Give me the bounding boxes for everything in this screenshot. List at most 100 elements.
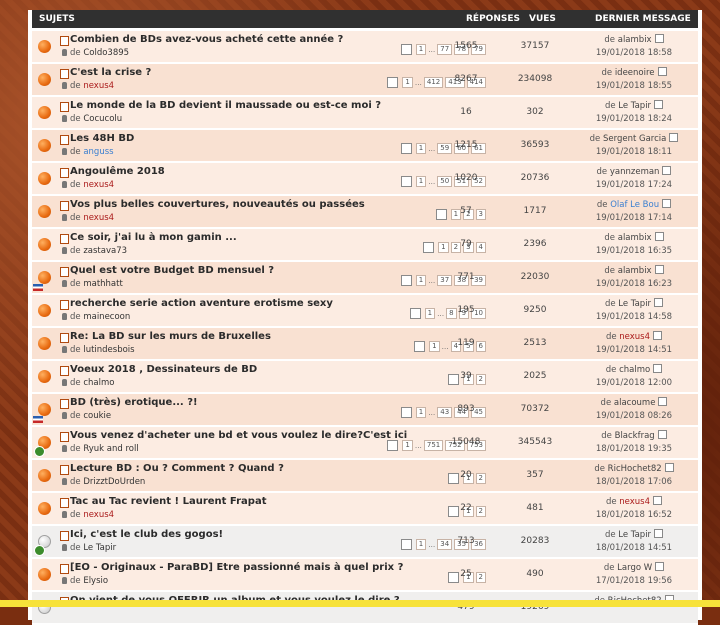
last-author-link[interactable]: alambix	[618, 35, 652, 45]
topic-row[interactable]: [EO - Originaux - ParaBD] Etre passionné…	[32, 559, 698, 592]
goto-last-post-icon[interactable]	[654, 529, 664, 538]
author-link[interactable]: anguss	[83, 147, 113, 157]
author-link[interactable]: Ryuk and roll	[83, 444, 138, 454]
last-author-link[interactable]: ideenoire	[615, 68, 655, 78]
topic-row[interactable]: Quel est votre Budget BD mensuel ? de mat…	[32, 262, 698, 295]
goto-last-post-icon[interactable]	[653, 364, 663, 373]
topic-row[interactable]: Angoulême 2018 de nexus4 1… 50 51 52 1020 20736…	[32, 163, 698, 196]
last-author-link[interactable]: nexus4	[619, 497, 650, 507]
topic-author: de Elysio	[62, 576, 108, 586]
last-author-link[interactable]: Largo W	[617, 563, 652, 573]
last-author-link[interactable]: yannzeman	[610, 167, 660, 177]
goto-last-post-icon[interactable]	[664, 463, 674, 472]
topic-row[interactable]: Re: La BD sur les murs de Bruxelles de lu…	[32, 328, 698, 361]
author-link[interactable]: DrizztDoUrden	[83, 477, 145, 487]
topic-title-link[interactable]: Tac au Tac revient ! Laurent Frapat	[70, 496, 266, 507]
last-author-link[interactable]: alacoume	[614, 398, 656, 408]
topic-title-link[interactable]: Voeux 2018 , Dessinateurs de BD	[70, 364, 257, 375]
last-author-link[interactable]: alambix	[618, 266, 652, 276]
topic-row[interactable]: Voeux 2018 , Dessinateurs de BD de chalmo…	[32, 361, 698, 394]
page-link[interactable]: 1	[402, 77, 413, 88]
goto-last-post-icon[interactable]	[658, 397, 668, 406]
goto-last-post-icon[interactable]	[654, 232, 664, 241]
author-link[interactable]: nexus4	[83, 81, 114, 91]
page-link[interactable]: 1	[415, 275, 427, 286]
author-link[interactable]: Le Tapir	[83, 543, 116, 553]
topic-title-link[interactable]: Ici, c'est le club des gogos!	[70, 529, 223, 540]
topic-row[interactable]: Ici, c'est le club des gogos! de Le Tapir…	[32, 526, 698, 559]
page-link[interactable]: 412	[423, 77, 444, 88]
goto-last-post-icon[interactable]	[657, 430, 667, 439]
topic-row[interactable]: BD (très) erotique... ?! de coukie 1… 43 44 4…	[32, 394, 698, 427]
author-link[interactable]: zastava73	[83, 246, 127, 256]
author-link[interactable]: Elysio	[83, 576, 108, 586]
page-link[interactable]: 751	[423, 440, 444, 451]
page-link[interactable]: 1	[415, 143, 427, 154]
last-author-link[interactable]: Blackfrag	[615, 431, 655, 441]
topic-title-link[interactable]: Le monde de la BD devient il maussade ou…	[70, 100, 381, 111]
goto-last-post-icon[interactable]	[655, 562, 665, 571]
page-link[interactable]: 1	[415, 176, 427, 187]
page-link[interactable]: 1	[429, 341, 440, 352]
topic-title-link[interactable]: Vos plus belles couvertures, nouveautés …	[70, 199, 365, 210]
goto-last-post-icon[interactable]	[653, 496, 663, 505]
topic-title-link[interactable]: Les 48H BD	[70, 133, 134, 144]
author-link[interactable]: coukie	[83, 411, 111, 421]
last-author-link[interactable]: Le Tapir	[618, 101, 651, 111]
topic-title-link[interactable]: Quel est votre Budget BD mensuel ?	[70, 265, 274, 276]
page-link[interactable]: 1	[415, 407, 427, 418]
last-author-link[interactable]: alambix	[618, 233, 652, 243]
goto-last-post-icon[interactable]	[654, 298, 664, 307]
topic-row[interactable]: recherche serie action aventure erotisme…	[32, 295, 698, 328]
topic-title-link[interactable]: Ce soir, j'ai lu à mon gamin ...	[70, 232, 237, 243]
page-link[interactable]: 1	[415, 539, 427, 550]
page-link[interactable]: 1	[424, 308, 436, 319]
topic-title-link[interactable]: [EO - Originaux - ParaBD] Etre passionné…	[70, 562, 403, 573]
author-link[interactable]: nexus4	[83, 213, 114, 223]
author-link[interactable]: Cocucolu	[83, 114, 122, 124]
author-link[interactable]: lutindesbois	[83, 345, 134, 355]
author-link[interactable]: mainecoon	[83, 312, 130, 322]
topic-row[interactable]: Vos plus belles couvertures, nouveautés …	[32, 196, 698, 229]
last-author-link[interactable]: Le Tapir	[618, 530, 651, 540]
topic-row[interactable]: Le monde de la BD devient il maussade ou…	[32, 97, 698, 130]
topic-row[interactable]: Combien de BDs avez-vous acheté cette an…	[32, 31, 698, 64]
author-link[interactable]: mathhatt	[83, 279, 122, 289]
goto-last-post-icon[interactable]	[654, 34, 664, 43]
goto-last-post-icon[interactable]	[662, 166, 672, 175]
last-author-link[interactable]: Olaf Le Bou	[610, 200, 659, 210]
topic-row[interactable]: Vous venez d'acheter une bd et vous voul…	[32, 427, 698, 460]
topic-title-link[interactable]: Re: La BD sur les murs de Bruxelles	[70, 331, 271, 342]
last-author-link[interactable]: chalmo	[619, 365, 650, 375]
author-link[interactable]: nexus4	[83, 180, 114, 190]
topic-title-link[interactable]: BD (très) erotique... ?!	[70, 397, 198, 408]
last-author-link[interactable]: nexus4	[619, 332, 650, 342]
goto-last-post-icon[interactable]	[662, 199, 672, 208]
topic-row[interactable]: On vient de vous OFFRIR un album et vous…	[32, 592, 698, 625]
goto-last-post-icon[interactable]	[654, 265, 664, 274]
topic-row[interactable]: Lecture BD : Ou ? Comment ? Quand ? de Dr…	[32, 460, 698, 493]
page-link[interactable]: 1	[402, 440, 413, 451]
topic-row[interactable]: C'est la crise ? de nexus4 1… 412 413 414 8267…	[32, 64, 698, 97]
topic-row[interactable]: Les 48H BD de anguss 1… 59 60 61 1215 36593 de S…	[32, 130, 698, 163]
topic-row[interactable]: Ce soir, j'ai lu à mon gamin ... de zasta…	[32, 229, 698, 262]
topic-title-link[interactable]: Angoulême 2018	[70, 166, 165, 177]
topic-title-link[interactable]: Vous venez d'acheter une bd et vous voul…	[70, 430, 407, 441]
goto-last-post-icon[interactable]	[669, 133, 679, 142]
topic-title-link[interactable]: C'est la crise ?	[70, 67, 151, 78]
topic-title-link[interactable]: recherche serie action aventure erotisme…	[70, 298, 333, 309]
topic-row[interactable]: Tac au Tac revient ! Laurent Frapat de ne…	[32, 493, 698, 526]
topic-title-link[interactable]: Combien de BDs avez-vous acheté cette an…	[70, 34, 343, 45]
last-author-link[interactable]: Le Tapir	[618, 299, 651, 309]
last-author-link[interactable]: Sergent Garcia	[603, 134, 666, 144]
goto-last-post-icon[interactable]	[653, 331, 663, 340]
goto-last-post-icon[interactable]	[654, 100, 664, 109]
author-link[interactable]: chalmo	[83, 378, 114, 388]
author-link[interactable]: nexus4	[83, 510, 114, 520]
author-link[interactable]: Coldo3895	[83, 48, 129, 58]
last-author-link[interactable]: RicHochet82	[608, 464, 662, 474]
topic-title-link[interactable]: Lecture BD : Ou ? Comment ? Quand ?	[70, 463, 284, 474]
last-prefix: de	[603, 563, 618, 573]
goto-last-post-icon[interactable]	[657, 67, 667, 76]
page-link[interactable]: 1	[415, 44, 427, 55]
